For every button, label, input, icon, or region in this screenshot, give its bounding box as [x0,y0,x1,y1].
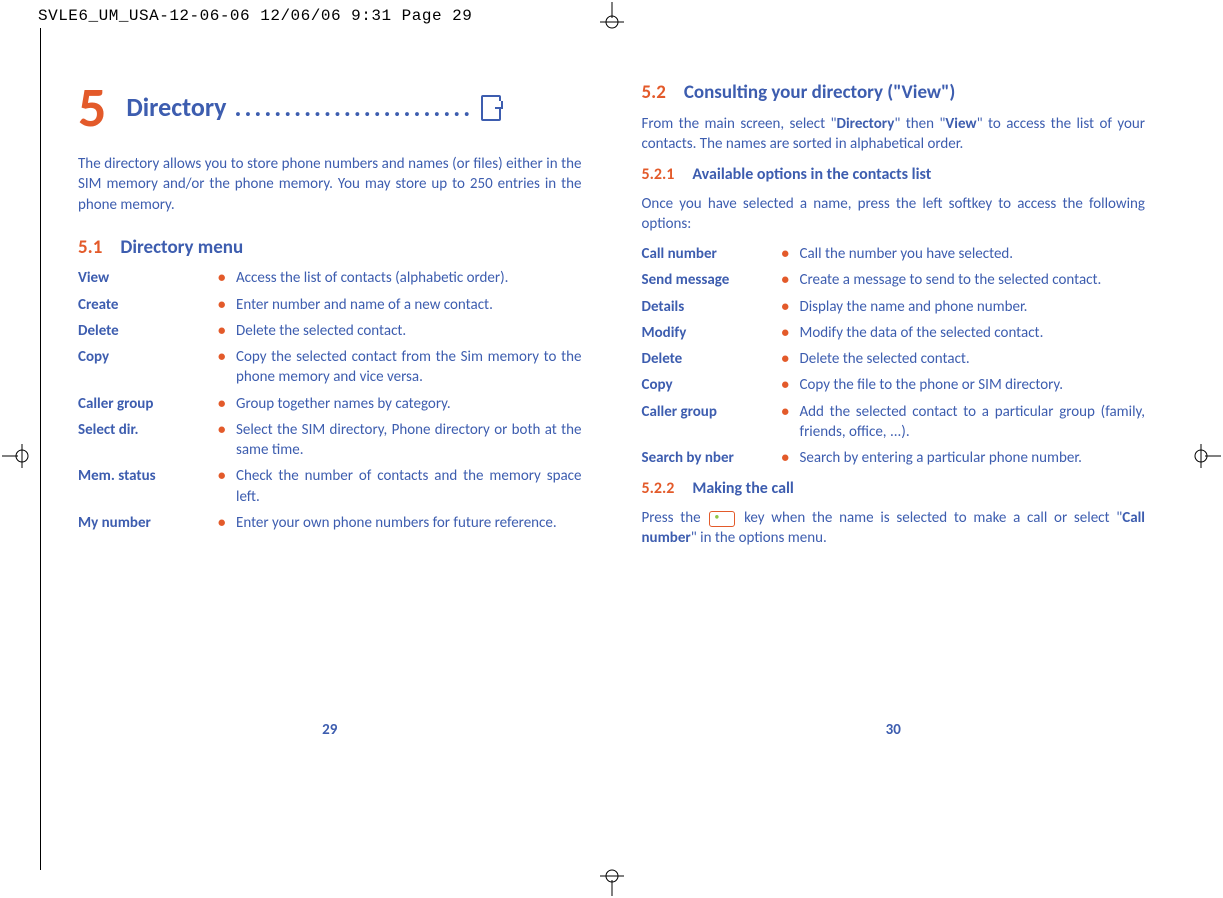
menu-row: Search by nber•Search by entering a part… [642,448,1146,468]
menu-item-label: Call number [642,244,782,264]
bullet-icon: • [218,295,236,315]
page-number: 29 [322,720,337,740]
bullet-icon: • [782,270,800,290]
menu-item-label: Search by nber [642,448,782,468]
subsection-number: 5.2.2 [642,478,675,500]
menu-item-description: Check the number of contacts and the mem… [236,466,582,507]
bullet-icon: • [218,347,236,367]
menu-item-label: Modify [642,323,782,343]
menu-item-description: Select the SIM directory, Phone director… [236,420,582,461]
menu-row: Select dir.•Select the SIM directory, Ph… [78,420,582,461]
menu-item-description: Copy the file to the phone or SIM direct… [800,375,1146,395]
menu-item-description: Add the selected contact to a particular… [800,402,1146,443]
menu-row: Call number•Call the number you have sel… [642,244,1146,264]
menu-item-description: Group together names by category. [236,394,582,414]
bullet-icon: • [782,448,800,468]
menu-item-label: Send message [642,270,782,290]
section-number: 5.1 [78,235,102,261]
subsection-title: Making the call [692,478,793,500]
chapter-number: 5 [78,80,106,136]
menu-row: Details•Display the name and phone numbe… [642,297,1146,317]
menu-row: Caller group•Add the selected contact to… [642,402,1146,443]
bullet-icon: • [782,323,800,343]
menu-item-description: Enter your own phone numbers for future … [236,513,582,533]
menu-item-label: View [78,268,218,288]
menu-row: Delete•Delete the selected contact. [78,321,582,341]
contacts-icon [481,95,501,121]
menu-item-label: My number [78,513,218,533]
menu-item-description: Copy the selected contact from the Sim m… [236,347,582,388]
body-paragraph: Once you have selected a name, press the… [642,194,1146,235]
menu-row: Delete•Delete the selected contact. [642,349,1146,369]
body-paragraph: Press the key when the name is selected … [642,508,1146,549]
menu-item-label: Caller group [78,394,218,414]
menu-item-description: Access the list of contacts (alphabetic … [236,268,582,288]
menu-row: Caller group•Group together names by cat… [78,394,582,414]
subsection-title: Available options in the contacts list [692,164,931,186]
menu-item-description: Call the number you have selected. [800,244,1146,264]
intro-paragraph: The directory allows you to store phone … [78,154,582,215]
print-header: SVLE6_UM_USA-12-06-06 12/06/06 9:31 Page… [38,7,472,25]
menu-item-description: Delete the selected contact. [236,321,582,341]
body-paragraph: From the main screen, select "Directory"… [642,114,1146,155]
menu-item-description: Display the name and phone number. [800,297,1146,317]
bullet-icon: • [218,268,236,288]
call-key-icon [709,511,735,527]
bullet-icon: • [218,321,236,341]
menu-item-description: Delete the selected contact. [800,349,1146,369]
bullet-icon: • [782,375,800,395]
section-title: Directory menu [120,235,243,261]
menu-item-label: Mem. status [78,466,218,486]
menu-item-label: Copy [78,347,218,367]
menu-row: Copy•Copy the file to the phone or SIM d… [642,375,1146,395]
menu-row: Modify•Modify the data of the selected c… [642,323,1146,343]
section-title: Consulting your directory ("View") [684,80,955,106]
menu-item-description: Enter number and name of a new contact. [236,295,582,315]
menu-item-label: Select dir. [78,420,218,440]
menu-item-label: Details [642,297,782,317]
menu-item-label: Caller group [642,402,782,422]
bullet-icon: • [218,420,236,440]
menu-row: Create•Enter number and name of a new co… [78,295,582,315]
chapter-leader-dots: ........................ [235,90,474,125]
menu-item-label: Copy [642,375,782,395]
bullet-icon: • [218,394,236,414]
menu-item-label: Create [78,295,218,315]
bullet-icon: • [782,402,800,422]
bullet-icon: • [218,466,236,486]
crop-mark-icon [592,2,632,30]
menu-row: Send message•Create a message to send to… [642,270,1146,290]
menu-row: View•Access the list of contacts (alphab… [78,268,582,288]
page-number: 30 [886,720,901,740]
menu-item-description: Search by entering a particular phone nu… [800,448,1146,468]
subsection-number: 5.2.1 [642,164,675,186]
crop-mark-icon [592,868,632,896]
bullet-icon: • [782,297,800,317]
chapter-title-text: Directory [126,90,226,125]
crop-mark-icon [1193,436,1221,476]
bullet-icon: • [782,244,800,264]
bullet-icon: • [782,349,800,369]
menu-row: My number•Enter your own phone numbers f… [78,513,582,533]
directory-menu-list: View•Access the list of contacts (alphab… [78,268,582,533]
menu-item-description: Modify the data of the selected contact. [800,323,1146,343]
menu-item-label: Delete [642,349,782,369]
menu-item-label: Delete [78,321,218,341]
menu-item-description: Create a message to send to the selected… [800,270,1146,290]
page-right: 5.2 Consulting your directory ("View") F… [642,80,1146,840]
section-number: 5.2 [642,80,666,106]
crop-mark-icon [2,436,30,476]
trim-line-icon [40,28,41,870]
menu-row: Mem. status•Check the number of contacts… [78,466,582,507]
options-menu-list: Call number•Call the number you have sel… [642,244,1146,468]
page-left: 5 Directory ........................ The… [78,80,582,840]
menu-row: Copy•Copy the selected contact from the … [78,347,582,388]
bullet-icon: • [218,513,236,533]
